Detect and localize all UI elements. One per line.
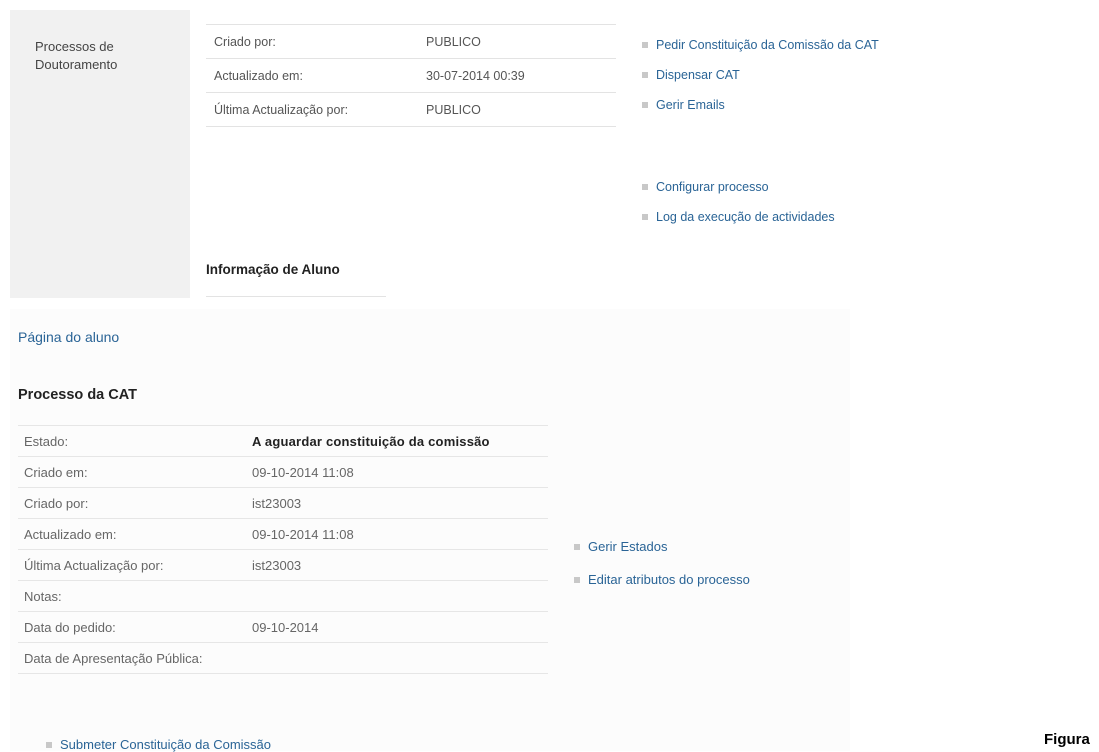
table-row: Actualizado em: 09-10-2014 11:08	[18, 518, 548, 550]
row-value: 30-07-2014 00:39	[418, 58, 616, 93]
row-key: Criado em:	[18, 456, 246, 488]
bullet-icon	[642, 183, 648, 190]
bullet-icon	[574, 543, 580, 550]
cat-process-details-table: Estado: A aguardar constituição da comis…	[18, 425, 548, 674]
log-execucao-link[interactable]: Log da execução de actividades	[642, 210, 835, 224]
row-key: Última Actualização por:	[206, 92, 418, 127]
bullet-icon	[642, 71, 648, 78]
row-key: Criado por:	[206, 24, 418, 59]
section-heading-informacao-aluno: Informação de Aluno	[206, 262, 340, 277]
row-value	[246, 580, 548, 612]
table-row: Notas:	[18, 580, 548, 612]
table-row: Estado: A aguardar constituição da comis…	[18, 425, 548, 457]
table-row: Data do pedido: 09-10-2014	[18, 611, 548, 643]
row-value: PUBLICO	[418, 92, 616, 127]
row-key: Última Actualização por:	[18, 549, 246, 581]
row-key: Notas:	[18, 580, 246, 612]
student-page-link[interactable]: Página do aluno	[18, 329, 119, 345]
row-value: 09-10-2014	[246, 611, 548, 643]
row-key: Data de Apresentação Pública:	[18, 642, 246, 674]
top-screenshot-panel: Processos de Doutoramento Criado por: PU…	[10, 10, 1099, 298]
bullet-icon	[642, 101, 648, 108]
top-process-details-table: Criado por: PUBLICO Actualizado em: 30-0…	[206, 24, 616, 127]
sidebar-label-line1: Processos de	[35, 39, 114, 54]
row-key: Estado:	[18, 425, 246, 457]
figure-caption: Figura	[1044, 731, 1090, 748]
dispensar-cat-link[interactable]: Dispensar CAT	[642, 68, 740, 82]
row-key: Criado por:	[18, 487, 246, 519]
table-row: Criado por: PUBLICO	[206, 24, 616, 59]
table-row: Criado em: 09-10-2014 11:08	[18, 456, 548, 488]
page-title: Processo da CAT	[18, 387, 137, 403]
bullet-icon	[642, 213, 648, 220]
bullet-icon	[642, 41, 648, 48]
row-key: Actualizado em:	[206, 58, 418, 93]
table-row: Data de Apresentação Pública:	[18, 642, 548, 674]
divider	[206, 296, 386, 297]
configurar-processo-link[interactable]: Configurar processo	[642, 180, 769, 194]
submeter-constituicao-link[interactable]: Submeter Constituição da Comissão	[46, 737, 271, 752]
bottom-screenshot-panel: Página do aluno Processo da CAT Estado: …	[10, 309, 850, 752]
sidebar-item-processos-doutoramento[interactable]: Processos de Doutoramento	[35, 38, 175, 74]
pedir-constituicao-link[interactable]: Pedir Constituição da Comissão da CAT	[642, 38, 879, 52]
row-value: ist23003	[246, 549, 548, 581]
row-value: PUBLICO	[418, 24, 616, 59]
bullet-icon	[46, 741, 52, 748]
sidebar: Processos de Doutoramento	[10, 10, 190, 298]
table-row: Última Actualização por: ist23003	[18, 549, 548, 581]
table-row: Última Actualização por: PUBLICO	[206, 92, 616, 127]
row-value: 09-10-2014 11:08	[246, 518, 548, 550]
top-main-content: Criado por: PUBLICO Actualizado em: 30-0…	[190, 10, 1099, 298]
editar-atributos-link[interactable]: Editar atributos do processo	[574, 572, 750, 587]
row-key: Data do pedido:	[18, 611, 246, 643]
row-key: Actualizado em:	[18, 518, 246, 550]
bullet-icon	[574, 576, 580, 583]
status-value: A aguardar constituição da comissão	[246, 425, 548, 457]
row-value	[246, 642, 548, 674]
table-row: Criado por: ist23003	[18, 487, 548, 519]
gerir-emails-link[interactable]: Gerir Emails	[642, 98, 725, 112]
gerir-estados-link[interactable]: Gerir Estados	[574, 539, 667, 554]
sidebar-label-line2: Doutoramento	[35, 57, 118, 72]
table-row: Actualizado em: 30-07-2014 00:39	[206, 58, 616, 93]
row-value: 09-10-2014 11:08	[246, 456, 548, 488]
row-value: ist23003	[246, 487, 548, 519]
